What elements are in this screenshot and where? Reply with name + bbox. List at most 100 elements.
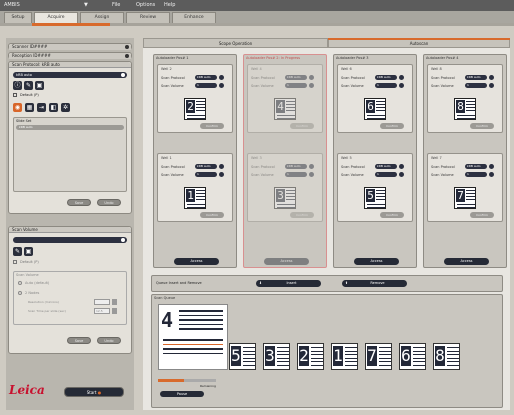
- start-button[interactable]: Start ●: [64, 387, 124, 397]
- row-protocol-label: Scan Protocol: [431, 76, 455, 80]
- protocol-dropdown[interactable]: kRB auto: [13, 72, 127, 78]
- delete-icon[interactable]: ▣: [24, 247, 33, 256]
- queue-slot[interactable]: 8: [433, 343, 460, 370]
- access-button[interactable]: Access: [354, 258, 399, 265]
- settings-icon[interactable]: ✲: [61, 103, 70, 112]
- protocol-select[interactable]: kRB auto: [285, 75, 307, 80]
- window-dropdown-icon[interactable]: ▼: [84, 2, 88, 8]
- protocol-knob-icon[interactable]: [219, 164, 224, 169]
- scan-icon[interactable]: ◧: [49, 103, 58, 112]
- confirm-button[interactable]: Confirm: [200, 212, 224, 218]
- queue-slot[interactable]: 5: [229, 343, 256, 370]
- insert-button[interactable]: ⬇ Insert: [256, 280, 321, 287]
- save-volume-button[interactable]: Save: [67, 337, 91, 344]
- pause-button[interactable]: Pause: [160, 391, 204, 397]
- protocol-knob-icon[interactable]: [309, 164, 314, 169]
- slide-plate: 5: [364, 187, 386, 209]
- scan-time-input[interactable]: 12.5: [94, 308, 110, 314]
- protocol-select[interactable]: kRB auto: [285, 164, 307, 169]
- confirm-button[interactable]: Confirm: [290, 123, 314, 129]
- reception-row[interactable]: Reception ID####: [8, 52, 132, 59]
- undo-button[interactable]: Undo: [97, 199, 121, 206]
- queue-slot[interactable]: 2: [297, 343, 324, 370]
- menu-file[interactable]: File: [112, 2, 120, 8]
- protocol-select[interactable]: kRB auto: [375, 75, 397, 80]
- tab-assign[interactable]: Assign: [80, 12, 124, 23]
- tab-review[interactable]: Review: [126, 12, 170, 23]
- queue-slot-lines: [311, 347, 323, 368]
- reception-label: Reception ID####: [9, 53, 131, 59]
- remove-button[interactable]: ⬆ Remove: [342, 280, 407, 287]
- protocol-knob-icon[interactable]: [399, 164, 404, 169]
- resolution-spinner[interactable]: [112, 299, 117, 305]
- slide-set-item[interactable]: kRB auto: [16, 125, 124, 130]
- protocol-knob-icon[interactable]: [489, 164, 494, 169]
- queue-slot[interactable]: 6: [399, 343, 426, 370]
- volume-select[interactable]: 1: [285, 83, 307, 88]
- info-icon[interactable]: ⓘ: [13, 81, 22, 90]
- grid-icon[interactable]: ▦: [25, 103, 34, 112]
- tab-setup[interactable]: Setup: [4, 12, 32, 23]
- volume-knob-icon[interactable]: [309, 172, 314, 177]
- protocol-knob-icon[interactable]: [219, 75, 224, 80]
- volume-knob-icon[interactable]: [489, 83, 494, 88]
- row-protocol-label: Scan Protocol: [251, 165, 275, 169]
- mode-auto-radio[interactable]: [18, 281, 22, 285]
- access-button[interactable]: Access: [264, 258, 309, 265]
- confirm-button[interactable]: Confirm: [200, 123, 224, 129]
- resolution-input[interactable]: [94, 299, 110, 305]
- reception-expand-icon[interactable]: [125, 54, 129, 58]
- tab-enhance[interactable]: Enhance: [172, 12, 216, 23]
- default-checkbox[interactable]: [13, 93, 17, 97]
- protocol-knob-icon[interactable]: [489, 75, 494, 80]
- protocol-select[interactable]: kRB auto: [195, 75, 217, 80]
- protocol-knob-icon[interactable]: [399, 75, 404, 80]
- menu-options[interactable]: Options: [136, 2, 155, 8]
- volume-knob-icon[interactable]: [399, 83, 404, 88]
- protocol-knob-icon[interactable]: [309, 75, 314, 80]
- volume-knob-icon[interactable]: [219, 172, 224, 177]
- protocol-select[interactable]: kRB auto: [465, 164, 487, 169]
- adjust-icon[interactable]: ⇥: [37, 103, 46, 112]
- scan-volume-dropdown[interactable]: [13, 237, 127, 243]
- queue-slot[interactable]: 1: [331, 343, 358, 370]
- volume-select[interactable]: 1: [195, 172, 217, 177]
- well-label: Well 5: [341, 156, 352, 160]
- volume-select[interactable]: 1: [195, 83, 217, 88]
- mode-nodes-radio[interactable]: [18, 291, 22, 295]
- protocol-select[interactable]: kRB auto: [195, 164, 217, 169]
- volume-select[interactable]: 1: [465, 83, 487, 88]
- volume-knob-icon[interactable]: [399, 172, 404, 177]
- protocol-select[interactable]: kRB auto: [375, 164, 397, 169]
- save-button[interactable]: Save: [67, 199, 91, 206]
- volume-select[interactable]: 1: [285, 172, 307, 177]
- volume-select[interactable]: 1: [465, 172, 487, 177]
- volume-knob-icon[interactable]: [309, 83, 314, 88]
- scan-time-spinner[interactable]: [112, 308, 117, 314]
- scanner-expand-icon[interactable]: [125, 45, 129, 49]
- queue-slot[interactable]: 3: [263, 343, 290, 370]
- confirm-button[interactable]: Confirm: [290, 212, 314, 218]
- scanner-row[interactable]: Scanner ID####: [8, 43, 132, 50]
- access-button[interactable]: Access: [174, 258, 219, 265]
- volume-knob-icon[interactable]: [219, 83, 224, 88]
- protocol-select[interactable]: kRB auto: [465, 75, 487, 80]
- view-mode-icon[interactable]: ◉: [13, 103, 22, 112]
- delete-icon[interactable]: ▣: [35, 81, 44, 90]
- confirm-button[interactable]: Confirm: [380, 212, 404, 218]
- volume-select[interactable]: 1: [375, 83, 397, 88]
- confirm-button[interactable]: Confirm: [470, 123, 494, 129]
- volume-knob-icon[interactable]: [489, 172, 494, 177]
- edit-icon[interactable]: ✎: [13, 247, 22, 256]
- access-button[interactable]: Access: [444, 258, 489, 265]
- volume-select[interactable]: 1: [375, 172, 397, 177]
- confirm-button[interactable]: Confirm: [470, 212, 494, 218]
- menu-help[interactable]: Help: [164, 2, 175, 8]
- row-protocol-label: Scan Protocol: [341, 165, 365, 169]
- queue-slot[interactable]: 7: [365, 343, 392, 370]
- undo-volume-button[interactable]: Undo: [97, 337, 121, 344]
- scan-default-checkbox[interactable]: [13, 260, 17, 264]
- edit-icon[interactable]: ✎: [24, 81, 33, 90]
- tab-acquire[interactable]: Acquire: [34, 12, 78, 23]
- confirm-button[interactable]: Confirm: [380, 123, 404, 129]
